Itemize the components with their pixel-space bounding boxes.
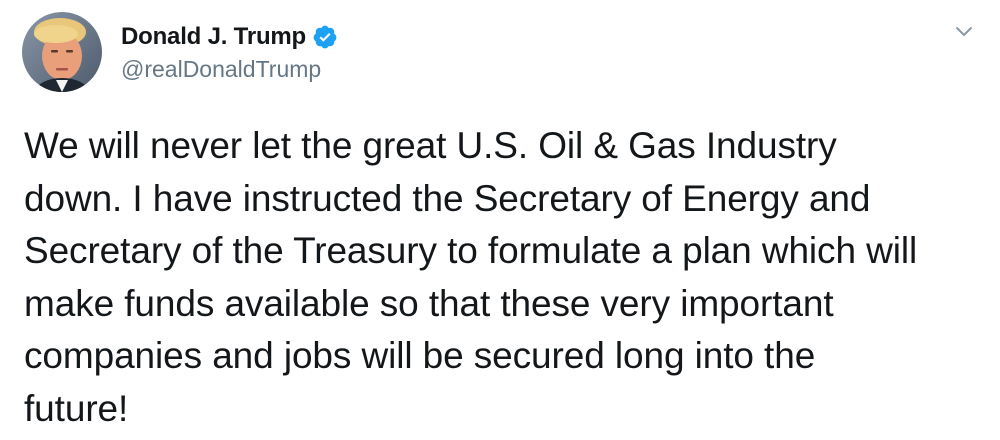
tweet-text: We will never let the great U.S. Oil & G… (24, 120, 984, 435)
tweet-text-line: We will never let the great U.S. Oil & G… (24, 125, 837, 166)
tweet-text-line: make funds available so that these very … (24, 282, 834, 324)
author-handle[interactable]: @realDonaldTrump (121, 56, 321, 83)
author-name-row[interactable]: Donald J. Trump (121, 22, 338, 52)
tweet-text-line: future! (24, 387, 129, 429)
tweet-text-line: Secretary of the Treasury to formulate a… (24, 230, 918, 271)
display-name[interactable]: Donald J. Trump (121, 23, 306, 51)
avatar-image (22, 12, 102, 92)
tweet-text-line: down. I have instructed the Secretary of… (24, 177, 871, 219)
chevron-down-icon[interactable] (950, 18, 978, 46)
avatar[interactable] (22, 12, 102, 92)
tweet-text-line: companies and jobs will be secured long … (24, 335, 816, 376)
tweet-card: Donald J. Trump @realDonaldTrump We will… (0, 0, 1000, 440)
verified-check-icon (312, 24, 338, 50)
